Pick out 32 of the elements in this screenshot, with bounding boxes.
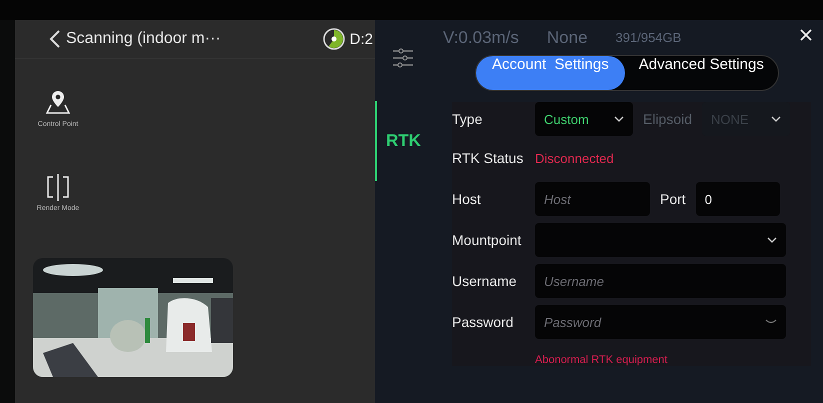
field-label: Elipsoid [643, 111, 692, 127]
password-field[interactable]: Password [535, 305, 786, 339]
status-text: None [546, 28, 588, 48]
field-label: Port [660, 191, 686, 207]
hidden-eye-icon[interactable] [765, 319, 777, 325]
back-icon[interactable] [49, 29, 61, 49]
chevron-down-icon [767, 237, 777, 243]
port-field[interactable]: 0 [696, 182, 780, 216]
status-value: Disconnected [535, 150, 614, 166]
status-text: V:0.03m/s [443, 28, 519, 48]
error-message: Abonormal RTK equipment [535, 354, 668, 366]
field-label: RTK Status [452, 150, 524, 166]
side-tab[interactable]: RTK [375, 101, 430, 181]
field-label: Password [452, 314, 514, 330]
split-frame-icon[interactable] [45, 173, 71, 201]
screen-title: Scanning (indoor m··· [66, 30, 221, 48]
chevron-down-icon [614, 116, 624, 122]
username-field[interactable]: Username [535, 264, 786, 298]
type-dropdown[interactable]: Custom [535, 102, 633, 136]
field-label: Host [452, 191, 482, 207]
status-text: 391/954GB [616, 30, 682, 45]
field-label: Username [452, 273, 518, 289]
settings-tab[interactable]: Account Settings [476, 56, 625, 90]
settings-tab[interactable]: Advanced Settings [624, 56, 778, 90]
distance-text: D:2 [350, 30, 373, 48]
chevron-down-icon [771, 116, 782, 122]
close-icon[interactable] [800, 29, 812, 41]
host-field[interactable]: Host [535, 182, 650, 216]
field-label: Type [452, 111, 484, 127]
field-label: Mountpoint [452, 232, 522, 248]
map-pin-icon[interactable] [45, 89, 71, 117]
sliders-icon[interactable] [392, 48, 414, 68]
